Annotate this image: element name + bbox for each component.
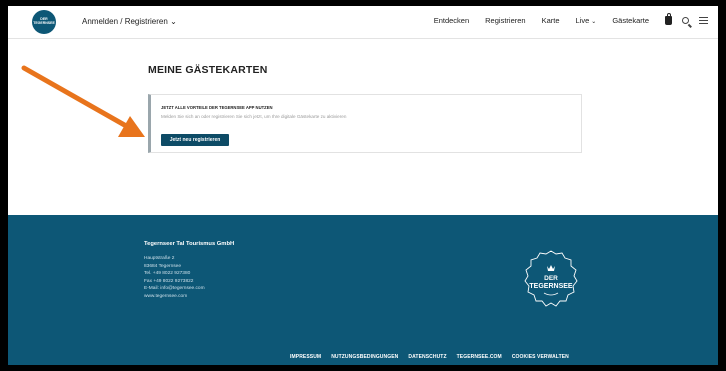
footer-street: Hauptstraße 2	[144, 256, 175, 261]
footer-phone: Tel. +49 8022 927380	[144, 271, 191, 277]
nav-item-karte[interactable]: Karte	[542, 16, 560, 25]
register-now-button[interactable]: Jetzt neu registrieren	[161, 134, 229, 146]
nav-item-registrieren[interactable]: Registrieren	[485, 16, 525, 25]
footer-link-tegernsee-com[interactable]: TEGERNSEE.COM	[457, 354, 502, 360]
top-navigation-bar: DER TEGERNSEE Anmelden / Registrieren ⌄ …	[8, 6, 718, 39]
nav-item-live-label: Live	[575, 16, 590, 25]
card-heading: JETZT ALLE VORTEILE DER TEGERNSEE APP NU…	[161, 105, 273, 110]
nav-item-live[interactable]: Live ⌄	[576, 16, 597, 25]
nav-item-entdecken[interactable]: Entdecken	[434, 16, 469, 25]
site-footer: Tegernseer Tal Tourismus GmbH Hauptstraß…	[8, 215, 718, 365]
login-register-menu[interactable]: Anmelden / Registrieren ⌄	[82, 17, 177, 26]
footer-link-datenschutz[interactable]: DATENSCHUTZ	[408, 354, 446, 360]
main-nav: Entdecken Registrieren Karte Live ⌄ Gäste…	[418, 13, 708, 25]
footer-link-cookies[interactable]: COOKIES VERWALTEN	[512, 354, 569, 360]
chevron-down-icon: ⌄	[170, 17, 177, 26]
browser-page: DER TEGERNSEE Anmelden / Registrieren ⌄ …	[8, 6, 718, 365]
footer-email[interactable]: E-Mail: info@tegernsee.com	[144, 285, 205, 293]
footer-company-name: Tegernseer Tal Tourismus GmbH	[144, 241, 235, 247]
seal-line1: DER	[544, 275, 558, 282]
footer-address: Hauptstraße 2 83684 Tegernsee Tel. +49 8…	[144, 255, 205, 301]
nav-item-gaestekarte[interactable]: Gästekarte	[612, 16, 649, 25]
seal-line2: TEGERNSEE	[529, 283, 573, 290]
footer-city: 83684 Tegernsee	[144, 263, 181, 269]
footer-links: IMPRESSUM NUTZUNGSBEDINGUNGEN DATENSCHUT…	[290, 354, 579, 360]
login-register-label: Anmelden / Registrieren	[82, 17, 168, 26]
chevron-down-icon: ⌄	[591, 19, 597, 25]
footer-link-impressum[interactable]: IMPRESSUM	[290, 354, 321, 360]
page-title: MEINE GÄSTEKARTEN	[148, 64, 268, 76]
footer-fax: Fax +49 8022 9273822	[144, 278, 194, 284]
logo-line2: TEGERNSEE	[33, 21, 55, 26]
card-description: Melden Sie sich an oder registrieren Sie…	[161, 114, 347, 119]
app-benefits-card: JETZT ALLE VORTEILE DER TEGERNSEE APP NU…	[148, 94, 582, 153]
bag-icon[interactable]	[665, 13, 672, 25]
footer-link-nutzungsbedingungen[interactable]: NUTZUNGSBEDINGUNGEN	[331, 354, 398, 360]
menu-icon[interactable]	[699, 17, 708, 24]
tegernsee-seal-logo: DER TEGERNSEE	[524, 250, 578, 307]
tegernsee-logo[interactable]: DER TEGERNSEE	[32, 10, 56, 34]
footer-website[interactable]: www.tegernsee.com	[144, 293, 205, 301]
search-icon[interactable]	[682, 17, 689, 24]
